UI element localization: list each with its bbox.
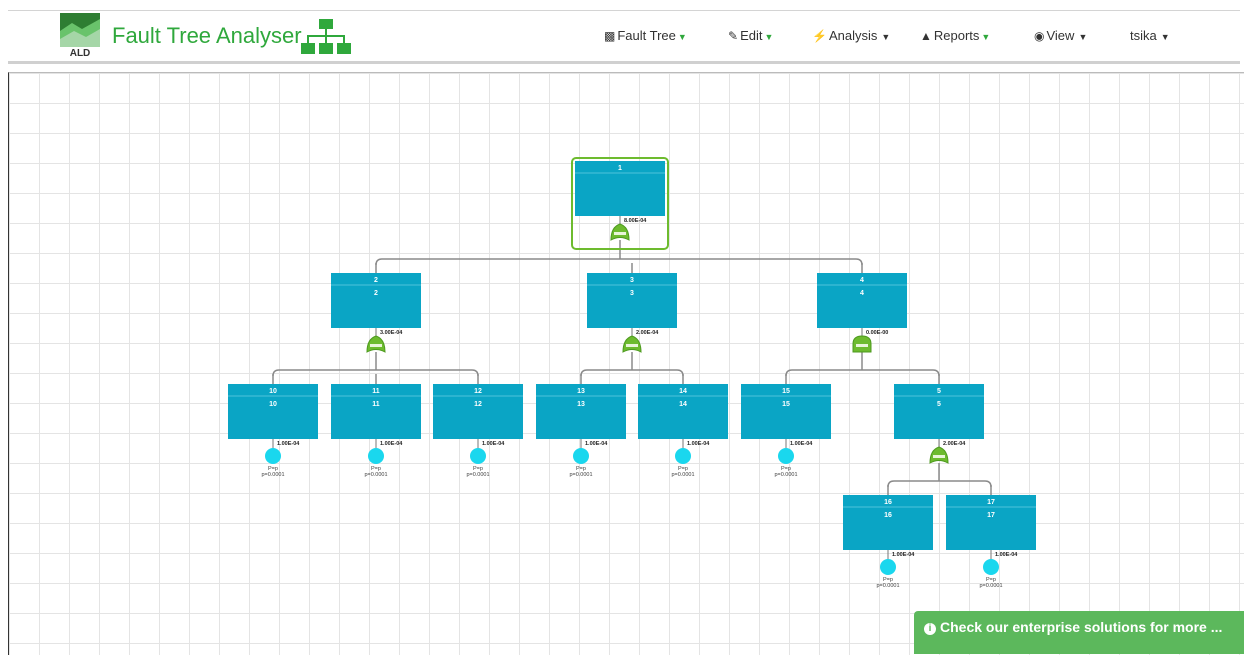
event-id: 17 bbox=[987, 499, 995, 506]
basic-event-probability: p=0.0001 bbox=[774, 472, 797, 478]
menu-reports[interactable]: ▲ Reports ▼ bbox=[920, 28, 990, 43]
basic-event-probability: p=0.0001 bbox=[876, 583, 899, 589]
basic-event-probability: p=0.0001 bbox=[979, 583, 1002, 589]
basic-event-probability: p=0.0001 bbox=[569, 472, 592, 478]
event-id: 1 bbox=[618, 165, 622, 172]
basic-event-icon bbox=[675, 448, 691, 464]
event-description: 3 bbox=[630, 290, 634, 297]
caret-down-icon: ▼ bbox=[1078, 32, 1088, 42]
menu-view[interactable]: ◉ View ▼ bbox=[1034, 28, 1087, 43]
caret-down-icon: ▼ bbox=[881, 32, 891, 42]
event-id: 3 bbox=[630, 277, 634, 284]
menu-analysis[interactable]: ⚡ Analysis ▼ bbox=[812, 28, 890, 43]
event-id: 4 bbox=[860, 277, 864, 284]
connector-bar bbox=[580, 369, 684, 377]
ald-logo[interactable]: ALD bbox=[60, 13, 100, 59]
event-description: 14 bbox=[679, 401, 687, 408]
connector-bar bbox=[887, 480, 992, 488]
basic-event-probability: p=0.0001 bbox=[261, 472, 284, 478]
connector-bar bbox=[375, 258, 863, 266]
probability-label: 2.00E-04 bbox=[636, 330, 659, 336]
road-icon: ▲ bbox=[920, 29, 932, 43]
event-description: 2 bbox=[374, 290, 378, 297]
event-description: 10 bbox=[269, 401, 277, 408]
basic-event-icon bbox=[880, 559, 896, 575]
basic-event-icon bbox=[983, 559, 999, 575]
bolt-icon: ⚡ bbox=[812, 29, 827, 43]
event-id: 5 bbox=[937, 388, 941, 395]
menu-edit-label: Edit bbox=[740, 28, 763, 43]
edit-icon: ✎ bbox=[728, 29, 739, 43]
event-description: 5 bbox=[937, 401, 941, 408]
basic-event-icon bbox=[368, 448, 384, 464]
navbar: ALD Fault Tree Analyser ▩ Fault Tree ▼ ✎ Ed… bbox=[8, 11, 1240, 64]
gate-marker bbox=[933, 455, 945, 458]
caret-down-icon: ▼ bbox=[764, 32, 774, 42]
gate-marker bbox=[626, 344, 638, 347]
probability-label: 3.00E-04 bbox=[380, 330, 403, 336]
probability-label: 8.00E-04 bbox=[624, 218, 647, 224]
event-description: 13 bbox=[577, 401, 585, 408]
probability-label: 1.00E-04 bbox=[790, 441, 813, 447]
menu-reports-label: Reports bbox=[933, 28, 980, 43]
menu-user[interactable]: tsika ▼ bbox=[1130, 28, 1170, 43]
promo-text: Check our enterprise solutions for more … bbox=[940, 619, 1223, 635]
event-id: 10 bbox=[269, 388, 277, 395]
app-title[interactable]: Fault Tree Analyser bbox=[112, 23, 302, 49]
event-description: 11 bbox=[372, 401, 380, 408]
event-description: 15 bbox=[782, 401, 790, 408]
event-id: 15 bbox=[782, 388, 790, 395]
gate-marker bbox=[370, 344, 382, 347]
event-id: 16 bbox=[884, 499, 892, 506]
basic-event-probability: p=0.0001 bbox=[466, 472, 489, 478]
event-id: 13 bbox=[577, 388, 585, 395]
event-id: 12 bbox=[474, 388, 482, 395]
gate-marker bbox=[856, 344, 868, 347]
event-id: 14 bbox=[679, 388, 687, 395]
caret-down-icon: ▼ bbox=[677, 32, 687, 42]
svg-text:ALD: ALD bbox=[70, 48, 91, 57]
basic-event-icon bbox=[573, 448, 589, 464]
eye-icon: ◉ bbox=[1034, 29, 1045, 43]
event-description: 4 bbox=[860, 290, 864, 297]
gate-marker bbox=[614, 232, 626, 235]
connector-bar bbox=[785, 369, 940, 377]
menu-fault-tree[interactable]: ▩ Fault Tree ▼ bbox=[604, 28, 687, 43]
menu-edit[interactable]: ✎ Edit ▼ bbox=[728, 28, 773, 43]
fault-tree-canvas[interactable]: 1 8.00E-04 2 2 3.00E-04 3 3 2.00E-04 4 4 0.00E-00 5… bbox=[8, 72, 1244, 655]
basic-event-icon bbox=[265, 448, 281, 464]
menu-view-label: View bbox=[1046, 28, 1075, 43]
menu-analysis-label: Analysis bbox=[828, 28, 878, 43]
caret-down-icon: ▼ bbox=[1160, 32, 1170, 42]
basic-event-probability: p=0.0001 bbox=[671, 472, 694, 478]
basic-event-icon bbox=[470, 448, 486, 464]
basic-event-probability: p=0.0001 bbox=[364, 472, 387, 478]
probability-label: 0.00E-00 bbox=[866, 330, 888, 336]
probability-label: 1.00E-04 bbox=[585, 441, 608, 447]
event-description: 12 bbox=[474, 401, 482, 408]
info-icon: i bbox=[924, 623, 936, 635]
menu-fault-tree-label: Fault Tree bbox=[617, 28, 676, 43]
probability-label: 1.00E-04 bbox=[995, 552, 1018, 558]
basic-event-icon bbox=[778, 448, 794, 464]
probability-label: 1.00E-04 bbox=[482, 441, 505, 447]
probability-label: 1.00E-04 bbox=[892, 552, 915, 558]
caret-down-icon: ▼ bbox=[981, 32, 991, 42]
probability-label: 1.00E-04 bbox=[687, 441, 710, 447]
sitemap-icon: ▩ bbox=[604, 29, 616, 43]
fault-tree-diagram: 1 8.00E-04 2 2 3.00E-04 3 3 2.00E-04 4 4 0.00E-00 5… bbox=[228, 157, 1036, 589]
event-id: 11 bbox=[372, 388, 380, 395]
menu-user-label: tsika bbox=[1130, 28, 1157, 43]
hierarchy-icon bbox=[300, 19, 352, 60]
event-description: 17 bbox=[987, 512, 995, 519]
event-description: 16 bbox=[884, 512, 892, 519]
probability-label: 1.00E-04 bbox=[277, 441, 300, 447]
enterprise-promo-banner[interactable]: i Check our enterprise solutions for more… bbox=[914, 611, 1244, 654]
probability-label: 2.00E-04 bbox=[943, 441, 966, 447]
event-id: 2 bbox=[374, 277, 378, 284]
probability-label: 1.00E-04 bbox=[380, 441, 403, 447]
